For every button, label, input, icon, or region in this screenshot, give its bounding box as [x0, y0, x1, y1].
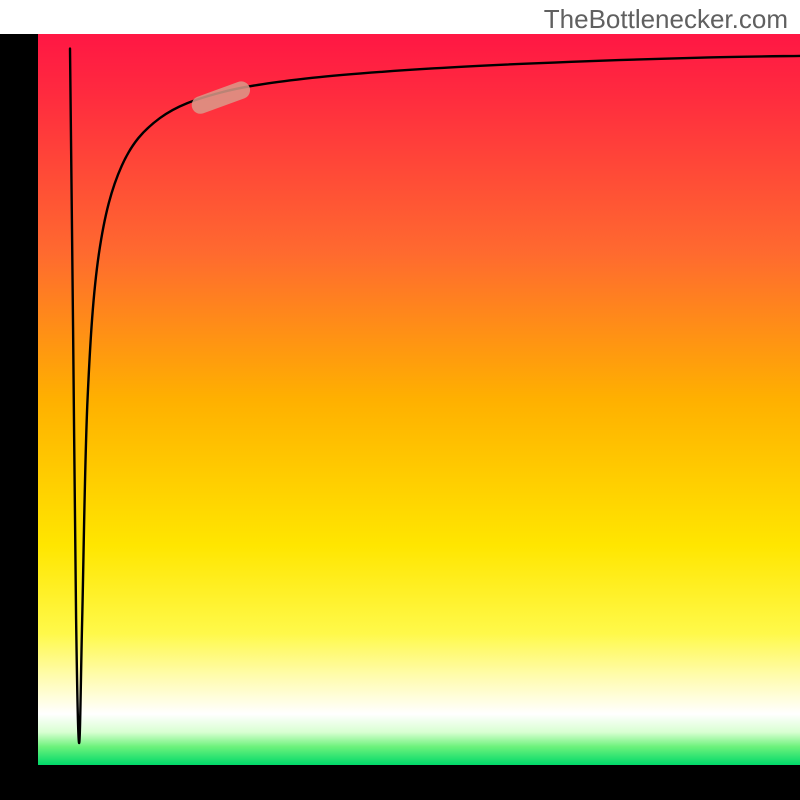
bottleneck-chart	[0, 0, 800, 800]
chart-frame: TheBottlenecker.com	[0, 0, 800, 800]
x-axis-band	[0, 765, 800, 800]
y-axis-band	[0, 34, 38, 800]
plot-background	[38, 34, 800, 765]
